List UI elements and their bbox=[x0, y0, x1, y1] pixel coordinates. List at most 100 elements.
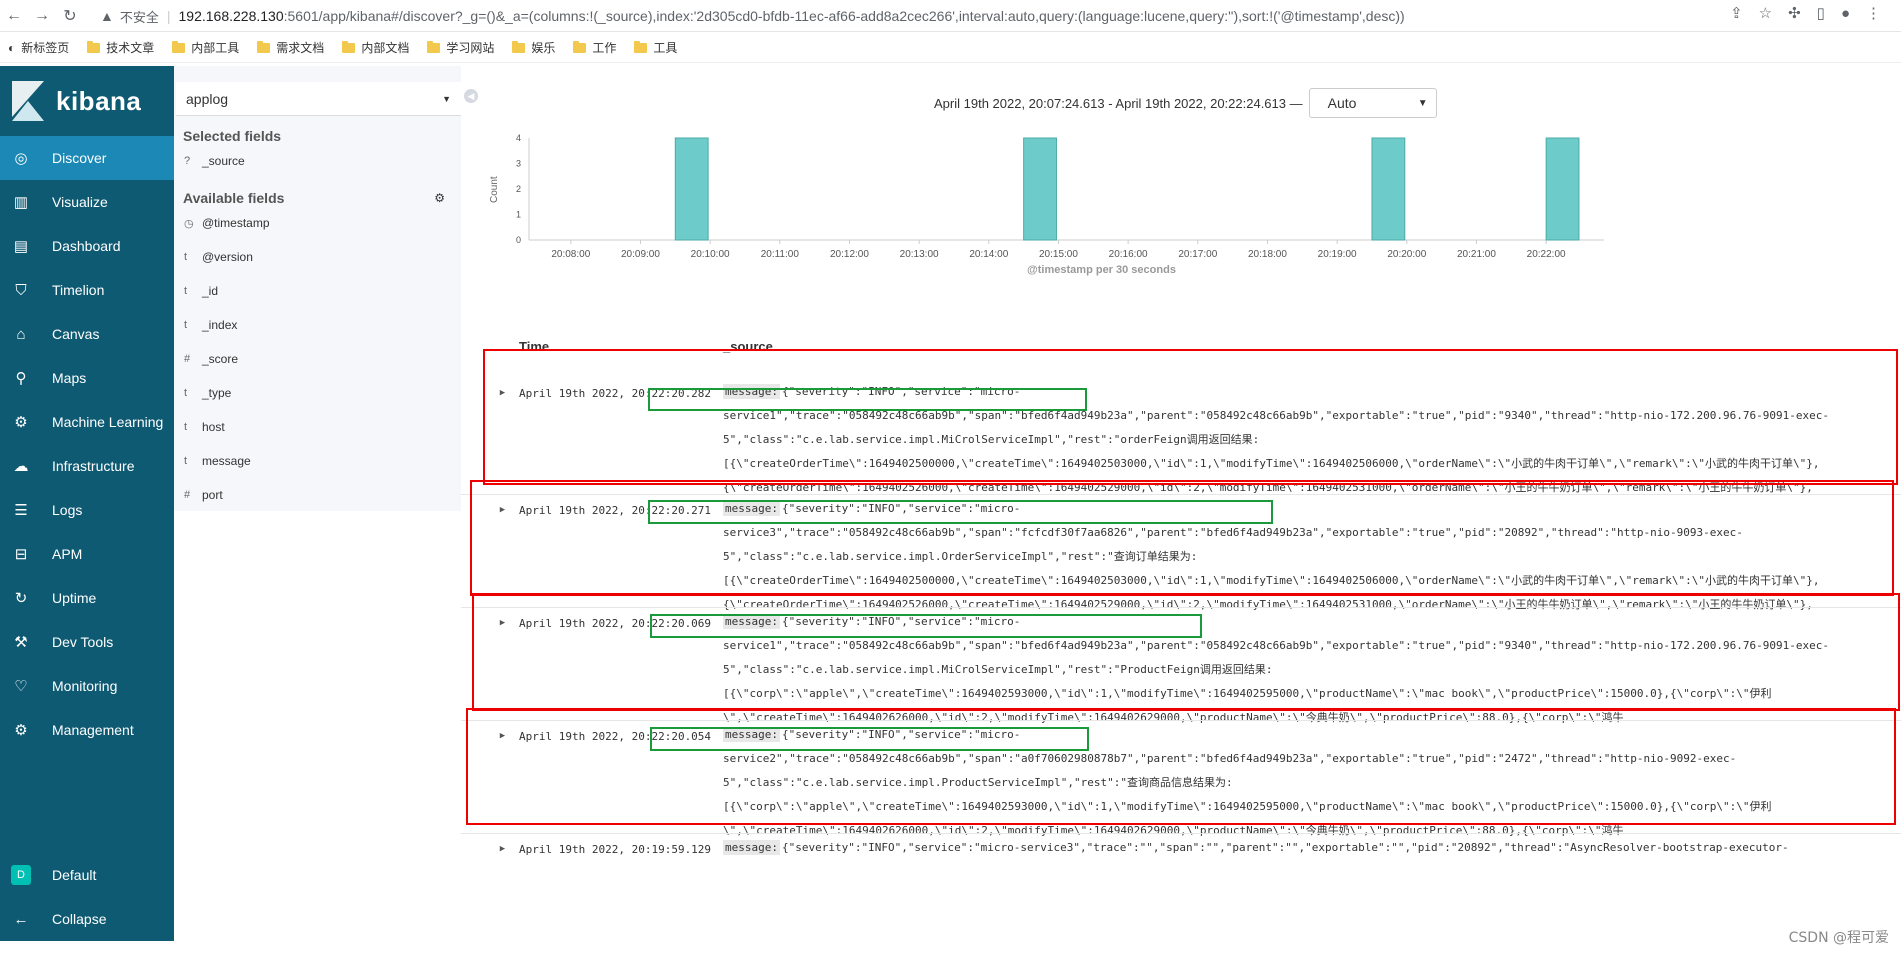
bookmark-folder[interactable]: 娱乐 bbox=[512, 39, 555, 56]
sidebar-item-label: Uptime bbox=[52, 590, 97, 606]
field-item[interactable]: t host bbox=[174, 410, 461, 444]
share-icon[interactable]: ⇪ bbox=[1730, 4, 1743, 22]
field-item[interactable]: t @version bbox=[174, 240, 461, 274]
sidebar-item-canvas[interactable]: ⌂ Canvas bbox=[0, 312, 174, 356]
forward-icon[interactable]: → bbox=[28, 2, 56, 30]
interval-select[interactable]: Auto ▼ bbox=[1308, 88, 1437, 118]
extensions-icon[interactable]: ✣ bbox=[1788, 4, 1801, 22]
address-bar[interactable]: ▲ 不安全 | 192.168.228.130 :5601/app/kibana… bbox=[100, 3, 1720, 29]
field-item[interactable]: ? _source bbox=[174, 144, 461, 178]
field-name: _score bbox=[202, 352, 239, 366]
nav-list: ◎ Discover ▥ Visualize ▤ Dashboard ⛉ Timelion ⌂ C… bbox=[0, 136, 174, 752]
bookmark-label: 技术文章 bbox=[106, 41, 155, 55]
sidepanel-icon[interactable]: ▯ bbox=[1817, 4, 1825, 22]
field-item[interactable]: t _index bbox=[174, 308, 461, 342]
index-pattern-select[interactable]: applog ▼ bbox=[176, 82, 461, 116]
index-pattern-name: applog bbox=[186, 90, 229, 107]
bookmark-folder[interactable]: 技术文章 bbox=[87, 39, 154, 56]
apm-icon: ⊟ bbox=[14, 546, 28, 563]
sidebar-item-apm[interactable]: ⊟ APM bbox=[0, 532, 174, 576]
bookmark-folder[interactable]: 工具 bbox=[634, 39, 677, 56]
reload-icon[interactable]: ↻ bbox=[56, 2, 84, 30]
sidebar-item-uptime[interactable]: ↻ Uptime bbox=[0, 576, 174, 620]
space-selector[interactable]: D Default bbox=[0, 853, 174, 897]
sidebar-item-label: Discover bbox=[52, 150, 107, 166]
sidebar-item-logs[interactable]: ☰ Logs bbox=[0, 488, 174, 532]
sidebar-item-infrastructure[interactable]: ☁ Infrastructure bbox=[0, 444, 174, 488]
visualize-icon: ▥ bbox=[13, 194, 29, 211]
sidebar-item-machine-learning[interactable]: ⚙ Machine Learning bbox=[0, 400, 174, 444]
y-tick-label: 1 bbox=[516, 210, 521, 220]
bookmark-folder[interactable]: 内部文档 bbox=[342, 39, 409, 56]
collapse-sidebar-icon[interactable]: ◀ bbox=[464, 89, 478, 103]
folder-icon bbox=[427, 40, 441, 53]
x-tick-label: 20:18:00 bbox=[1248, 249, 1287, 260]
field-name: _source bbox=[202, 154, 245, 168]
bookmark-folder[interactable]: 内部工具 bbox=[172, 39, 239, 56]
bookmark-folder[interactable]: 学习网站 bbox=[427, 39, 494, 56]
time-range-label: April 19th 2022, 20:07:24.613 - April 19… bbox=[934, 95, 1303, 111]
field-type-icon: t bbox=[184, 387, 188, 399]
x-tick-label: 20:13:00 bbox=[900, 249, 939, 260]
histogram-chart[interactable]: 0 1 2 3 4 20:08:00 20:09:00 20:10:00 20:11:00 20:… bbox=[489, 128, 1899, 308]
histogram-bar bbox=[1545, 137, 1580, 241]
menu-icon[interactable]: ⋮ bbox=[1866, 4, 1881, 22]
watermark: CSDN @程可爱 bbox=[1788, 930, 1889, 946]
sidebar-item-label: Visualize bbox=[52, 194, 108, 210]
sidebar-item-label: Monitoring bbox=[52, 678, 118, 694]
table-row: ▶ April 19th 2022, 20:19:59.129 message: {"… bbox=[461, 833, 1901, 946]
folder-icon bbox=[573, 40, 587, 53]
sidebar-item-discover[interactable]: ◎ Discover bbox=[0, 136, 174, 180]
field-item[interactable]: t _id bbox=[174, 274, 461, 308]
field-type-icon: t bbox=[184, 421, 188, 433]
star-icon[interactable]: ☆ bbox=[1759, 4, 1772, 22]
space-badge: D bbox=[10, 864, 32, 886]
x-tick-label: 20:19:00 bbox=[1318, 249, 1357, 260]
interval-value: Auto bbox=[1327, 95, 1357, 111]
field-name: _index bbox=[202, 318, 238, 332]
gear-icon[interactable]: ⚙ bbox=[434, 191, 445, 205]
field-item[interactable]: t message bbox=[174, 444, 461, 478]
x-tick-label: 20:12:00 bbox=[830, 249, 869, 260]
sidebar-item-maps[interactable]: ⚲ Maps bbox=[0, 356, 174, 400]
field-item[interactable]: # port bbox=[174, 478, 461, 512]
folder-icon bbox=[342, 40, 356, 53]
url-host: 192.168.228.130 bbox=[178, 8, 284, 24]
brand-name: kibana bbox=[56, 85, 142, 116]
back-icon[interactable]: ← bbox=[0, 2, 28, 30]
sidebar-item-dashboard[interactable]: ▤ Dashboard bbox=[0, 224, 174, 268]
field-item[interactable]: t _type bbox=[174, 376, 461, 410]
collapse-button[interactable]: ← Collapse bbox=[0, 897, 174, 941]
time-range-header: April 19th 2022, 20:07:24.613 - April 19… bbox=[934, 88, 1437, 118]
selected-fields-heading: Selected fields bbox=[183, 128, 282, 144]
sidebar-item-label: Dev Tools bbox=[52, 634, 114, 650]
profile-icon[interactable]: ● bbox=[1841, 5, 1850, 22]
bookmark-newtab[interactable]: ◐ 新标签页 bbox=[8, 39, 69, 56]
field-item[interactable]: # _score bbox=[174, 342, 461, 376]
trace-box-3 bbox=[650, 614, 1202, 638]
x-tick-label: 20:08:00 bbox=[551, 249, 590, 260]
sidebar-item-management[interactable]: ⚙ Management bbox=[0, 708, 174, 752]
canvas-icon: ⌂ bbox=[16, 325, 26, 343]
sidebar-item-label: Infrastructure bbox=[52, 458, 135, 474]
field-type-icon: ◷ bbox=[184, 217, 194, 230]
y-tick-label: 3 bbox=[516, 159, 521, 169]
field-item[interactable]: ◷ @timestamp bbox=[174, 206, 461, 240]
histogram-bar bbox=[1023, 137, 1057, 241]
bookmark-folder[interactable]: 工作 bbox=[573, 39, 616, 56]
source-text: {"severity":"INFO","service":"micro-serv… bbox=[781, 841, 1789, 854]
sidebar-item-monitoring[interactable]: ♡ Monitoring bbox=[0, 664, 174, 708]
browser-toolbar: ← → ↻ ▲ 不安全 | 192.168.228.130 :5601/app/… bbox=[0, 0, 1901, 32]
field-name: port bbox=[202, 488, 223, 502]
compass-icon: ◎ bbox=[14, 150, 28, 167]
sidebar-item-label: Canvas bbox=[52, 326, 100, 342]
field-type-icon: # bbox=[184, 489, 191, 501]
sidebar-item-dev-tools[interactable]: ⚒ Dev Tools bbox=[0, 620, 174, 664]
expand-row-icon[interactable]: ▶ bbox=[486, 834, 519, 946]
bookmark-folder[interactable]: 需求文档 bbox=[257, 39, 324, 56]
kibana-logo[interactable]: kibana bbox=[0, 66, 174, 136]
sidebar-item-visualize[interactable]: ▥ Visualize bbox=[0, 180, 174, 224]
sidebar-item-timelion[interactable]: ⛉ Timelion bbox=[0, 268, 174, 312]
trace-box-1 bbox=[648, 388, 1087, 411]
highlight-box-4 bbox=[466, 708, 1896, 825]
